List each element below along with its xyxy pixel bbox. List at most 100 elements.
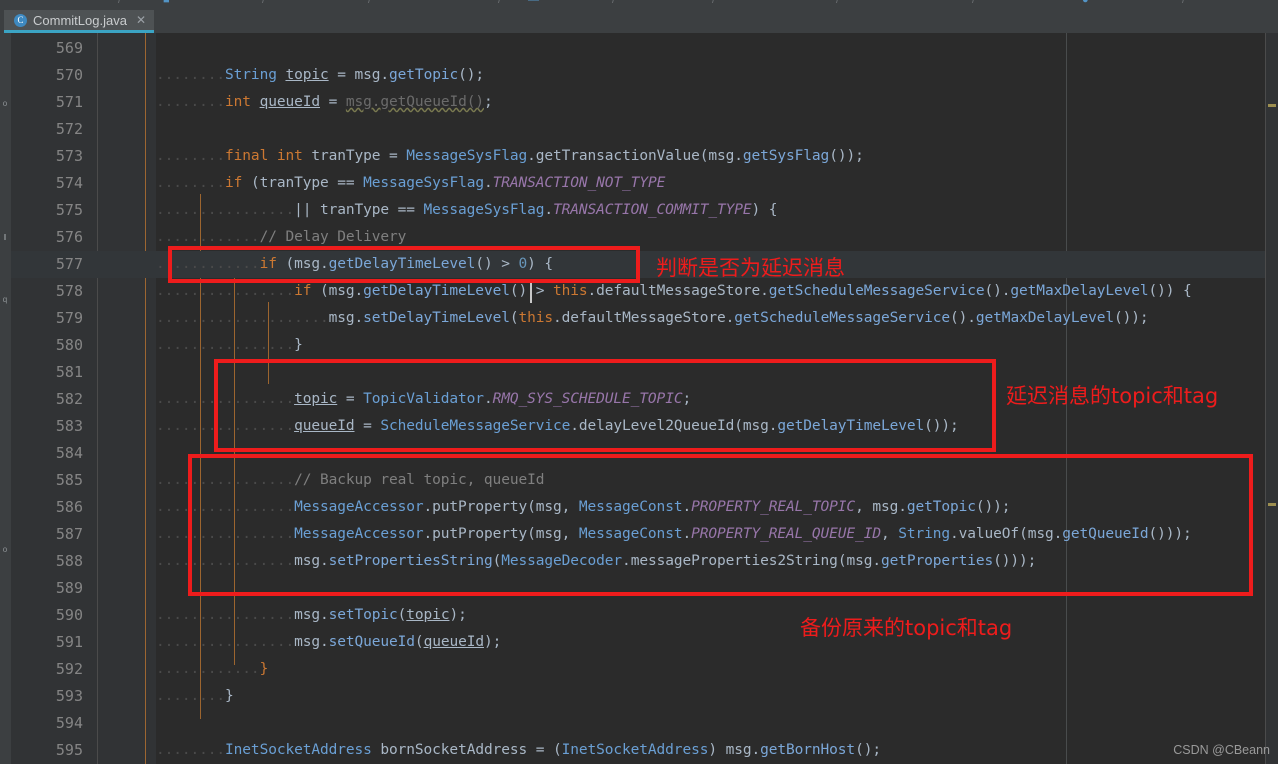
token: = <box>337 391 364 407</box>
code-line-572[interactable]: 572 <box>11 116 1278 143</box>
token: (msg. <box>837 553 881 569</box>
line-number: 579 <box>55 309 83 327</box>
token: InetSocketAddress <box>225 742 372 758</box>
token: getScheduleMessageService <box>768 283 985 299</box>
code-text: ................} <box>156 332 303 359</box>
editor-tab-bar: C CommitLog.java ✕ <box>0 10 1278 33</box>
token: MessageSysFlag <box>423 202 545 218</box>
code-text: ................msg.setPropertiesString(… <box>156 548 1036 575</box>
token: ................ <box>156 202 295 218</box>
code-line-584[interactable]: 584 <box>11 440 1278 467</box>
breadcrumb-separator: / <box>368 0 372 6</box>
token: (). <box>984 283 1011 299</box>
token: ()); <box>924 418 959 434</box>
token: this <box>553 283 588 299</box>
strip-marker: o <box>2 99 8 108</box>
code-line-580[interactable]: 580................} <box>11 332 1278 359</box>
token: . <box>423 499 433 515</box>
line-number: 577 <box>55 255 83 273</box>
watermark: CSDN @CBeann <box>1173 743 1270 757</box>
token: . <box>483 391 493 407</box>
close-icon[interactable]: ✕ <box>136 14 146 26</box>
code-line-570[interactable]: 570 ........String topic = msg.getTopic()… <box>11 62 1278 89</box>
token: putProperty <box>432 499 528 515</box>
token: final <box>225 148 269 164</box>
token: () > <box>475 256 519 272</box>
token: ................ <box>156 607 295 623</box>
code-line-574[interactable]: 574 ........if (tranType == MessageSysFla… <box>11 170 1278 197</box>
code-line-588[interactable]: 588 ................msg.setPropertiesStri… <box>11 548 1278 575</box>
code-line-591[interactable]: 591 ................msg.setQueueId(queueI… <box>11 629 1278 656</box>
token: ............ <box>156 661 260 677</box>
code-line-575[interactable]: 575 ................|| tranType == Messag… <box>11 197 1278 224</box>
code-line-593[interactable]: 593........} <box>11 683 1278 710</box>
code-line-583[interactable]: 583 ................queueId = ScheduleMes… <box>11 413 1278 440</box>
token: 0 <box>518 256 528 272</box>
token: getMaxDelayLevel <box>1010 283 1149 299</box>
breadcrumb-item[interactable]: — <box>528 0 539 6</box>
code-line-578[interactable]: 578 ................if (msg.getDelayTimeL… <box>11 278 1278 305</box>
breadcrumb-item[interactable]: ■ <box>163 0 170 6</box>
code-line-576[interactable]: 576 ............// Delay Delivery <box>11 224 1278 251</box>
token: ........ <box>156 688 226 704</box>
token: MessageAccessor <box>294 499 424 515</box>
code-line-585[interactable]: 585 ................// Backup real topic,… <box>11 467 1278 494</box>
code-text: ........if (tranType == MessageSysFlag.T… <box>156 170 665 197</box>
code-line-571[interactable]: 571 ........int queueId = msg.getQueueId(… <box>11 89 1278 116</box>
code-line-594[interactable]: 594 <box>11 710 1278 737</box>
breadcrumb-separator: / <box>836 0 840 6</box>
text-caret <box>530 282 532 303</box>
line-number: 590 <box>55 606 83 624</box>
token: || <box>294 202 320 218</box>
code-text: ................MessageAccessor.putPrope… <box>156 521 1192 548</box>
code-line-577[interactable]: 577 ............if (msg.getDelayTimeLevel… <box>11 251 1278 278</box>
token: msg.getQueueId() <box>345 94 484 110</box>
code-line-589[interactable]: 589 <box>11 575 1278 602</box>
code-line-573[interactable]: 573 ........final int tranType = MessageS… <box>11 143 1278 170</box>
breadcrumb-item[interactable]: ● <box>1082 0 1089 6</box>
line-number: 586 <box>55 498 83 516</box>
token: . <box>622 553 631 569</box>
token: getMaxDelayLevel <box>975 310 1114 326</box>
warning-stripe[interactable] <box>1268 104 1276 107</box>
code-text: ........int queueId = msg.getQueueId(); <box>156 89 493 116</box>
breadcrumb-separator: / <box>612 0 616 6</box>
code-line-569[interactable]: 569 <box>11 35 1278 62</box>
line-number: 578 <box>55 282 83 300</box>
breadcrumb-separator: / <box>972 0 976 6</box>
token: int <box>276 148 303 164</box>
token: getQueueId <box>1062 526 1149 542</box>
token: ) { <box>527 256 554 272</box>
analysis-gutter[interactable] <box>1265 33 1278 764</box>
token: ........ <box>156 67 226 83</box>
token: } <box>294 337 303 353</box>
code-line-579[interactable]: 579 ....................msg.setDelayTimeL… <box>11 305 1278 332</box>
code-text: ................topic = TopicValidator.R… <box>156 386 691 413</box>
warning-stripe[interactable] <box>1268 503 1276 506</box>
token: MessageSysFlag <box>363 175 484 191</box>
code-line-590[interactable]: 590 ................msg.setTopic(topic); <box>11 602 1278 629</box>
line-number: 569 <box>55 39 83 57</box>
code-line-595[interactable]: 595 ........InetSocketAddress bornSocketA… <box>11 737 1278 764</box>
token: ................ <box>156 553 295 569</box>
token: . <box>950 526 959 542</box>
breadcrumb-bar[interactable]: / ■ / / / — / / / / ● / <box>0 0 1278 10</box>
code-line-587[interactable]: 587 ................MessageAccessor.putPr… <box>11 521 1278 548</box>
code-text: ............} <box>156 656 268 683</box>
token: getTopic <box>906 499 976 515</box>
code-text: ....................msg.setDelayTimeLeve… <box>156 305 1149 332</box>
code-line-586[interactable]: 586 ................MessageAccessor.putPr… <box>11 494 1278 521</box>
left-tool-strip[interactable]: o ‖ q o <box>0 33 11 764</box>
token: . <box>553 310 562 326</box>
token: . <box>423 526 433 542</box>
line-number: 588 <box>55 552 83 570</box>
line-number: 591 <box>55 633 83 651</box>
token: if <box>294 283 312 299</box>
code-line-592[interactable]: 592............} <box>11 656 1278 683</box>
breadcrumb-separator: / <box>498 0 502 6</box>
token: (); <box>855 742 881 758</box>
token: queueId <box>423 634 485 650</box>
token: } <box>259 661 269 677</box>
tab-commitlog-java[interactable]: C CommitLog.java ✕ <box>4 10 154 33</box>
token: ()) { <box>1148 283 1192 299</box>
